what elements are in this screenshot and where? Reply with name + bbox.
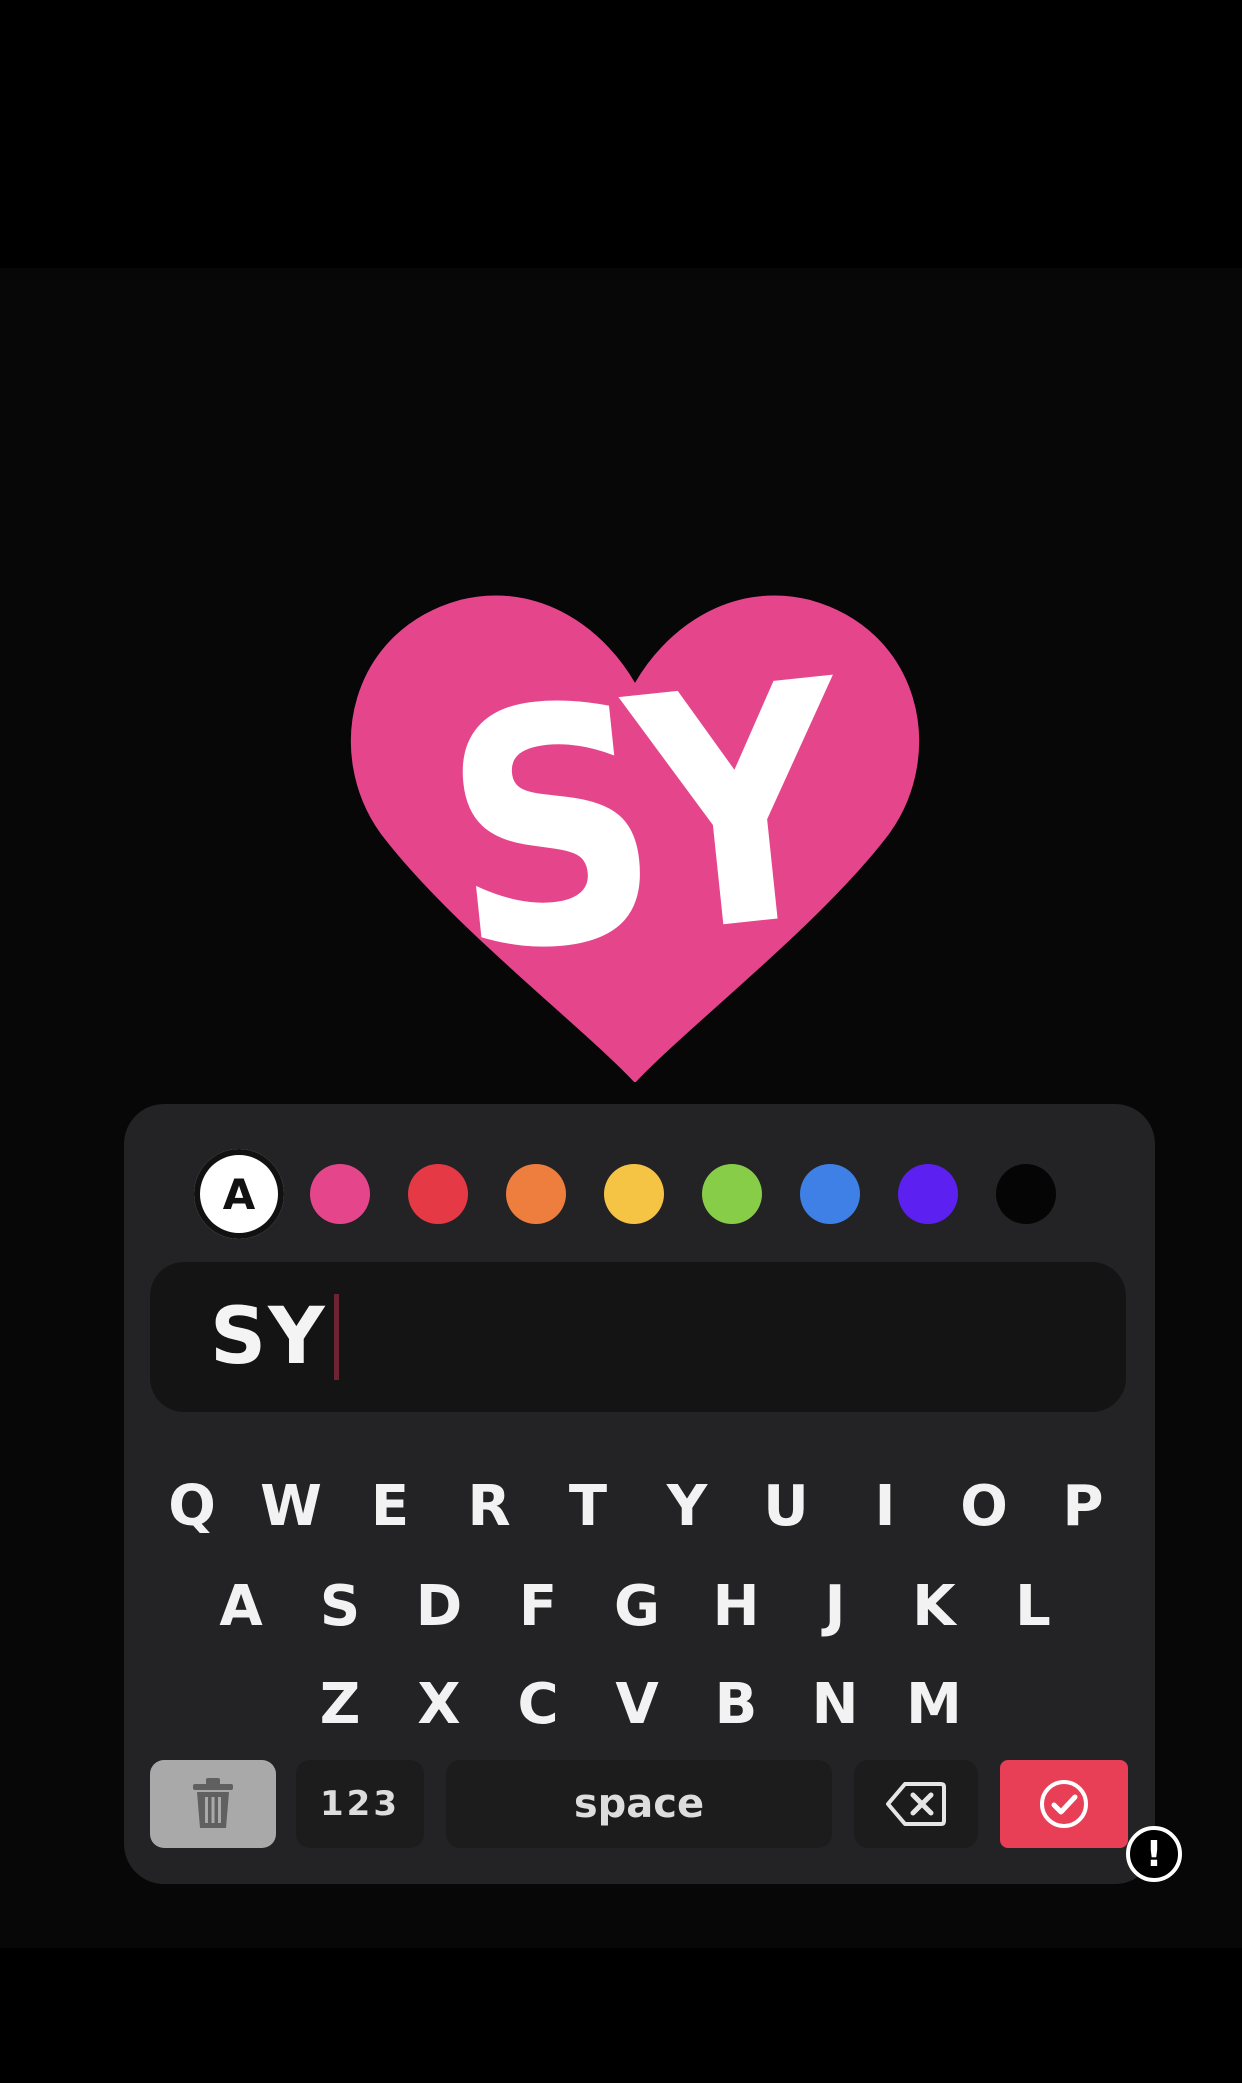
key-j[interactable]: J [799,1566,871,1646]
color-swatch-green[interactable] [702,1164,762,1224]
key-z[interactable]: Z [304,1664,376,1744]
color-swatch-purple[interactable] [898,1164,958,1224]
key-k[interactable]: K [898,1566,970,1646]
backspace-icon [886,1782,946,1826]
heart-text-sticker[interactable]: SY [350,592,920,1082]
font-style-button[interactable]: A [194,1149,284,1239]
report-icon[interactable]: ! [1126,1826,1182,1882]
key-v[interactable]: V [601,1664,673,1744]
backspace-key[interactable] [854,1760,978,1848]
key-f[interactable]: F [502,1566,574,1646]
key-g[interactable]: G [601,1566,673,1646]
key-h[interactable]: H [700,1566,772,1646]
color-swatch-orange[interactable] [506,1164,566,1224]
color-swatch-pink[interactable] [310,1164,370,1224]
key-u[interactable]: U [750,1466,822,1546]
key-n[interactable]: N [799,1664,871,1744]
text-input-value: SY [210,1292,327,1382]
keyboard-action-row: 123 space [150,1760,1130,1848]
color-swatch-blue[interactable] [800,1164,860,1224]
check-circle-icon [1040,1780,1088,1828]
key-m[interactable]: M [898,1664,970,1744]
key-y[interactable]: Y [651,1466,723,1546]
font-style-label: A [208,1163,270,1225]
keyboard-row-2: A S D F G H J K L [124,1566,1155,1646]
key-x[interactable]: X [403,1664,475,1744]
numbers-key[interactable]: 123 [296,1760,424,1848]
sticker-text: SY [428,614,842,1029]
key-s[interactable]: S [304,1566,376,1646]
screen: SY A SY Q W E R T Y U I O P A S D F G H … [0,0,1242,2083]
key-i[interactable]: I [849,1466,921,1546]
key-b[interactable]: B [700,1664,772,1744]
key-p[interactable]: P [1047,1466,1119,1546]
key-w[interactable]: W [255,1466,327,1546]
key-r[interactable]: R [453,1466,525,1546]
delete-text-button[interactable] [150,1760,276,1848]
color-swatch-black[interactable] [996,1164,1056,1224]
keyboard-row-3: Z X C V B N M [124,1664,1155,1744]
done-button[interactable] [1000,1760,1128,1848]
key-t[interactable]: T [552,1466,624,1546]
text-input-field[interactable]: SY [150,1262,1126,1412]
key-q[interactable]: Q [156,1466,228,1546]
key-d[interactable]: D [403,1566,475,1646]
key-c[interactable]: C [502,1664,574,1744]
key-e[interactable]: E [354,1466,426,1546]
text-editor-panel: A SY Q W E R T Y U I O P A S D F G H J K… [124,1104,1155,1884]
key-l[interactable]: L [997,1566,1069,1646]
key-o[interactable]: O [948,1466,1020,1546]
color-swatch-yellow[interactable] [604,1164,664,1224]
keyboard-row-1: Q W E R T Y U I O P [124,1466,1155,1546]
trash-icon [193,1778,233,1828]
text-cursor [334,1294,339,1380]
color-picker-row: A [194,1146,1094,1242]
key-a[interactable]: A [205,1566,277,1646]
color-swatch-red[interactable] [408,1164,468,1224]
space-key[interactable]: space [446,1760,832,1848]
